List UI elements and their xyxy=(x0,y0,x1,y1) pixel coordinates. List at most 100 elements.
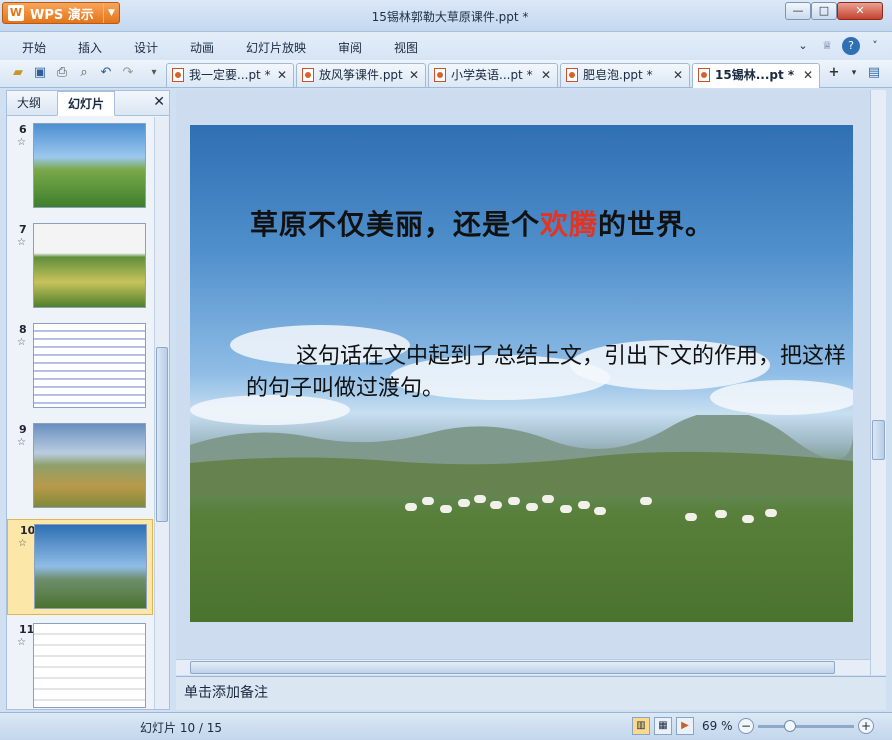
thumbnail-image xyxy=(33,423,146,508)
slide-counter: 幻灯片 10 / 15 xyxy=(140,721,223,735)
doc-tab-label: 小学英语...pt * xyxy=(451,68,533,82)
scrollbar-thumb[interactable] xyxy=(156,347,168,522)
animation-star-icon: ☆ xyxy=(17,337,26,348)
slideshow-view-icon[interactable]: ▶ xyxy=(676,717,694,735)
doc-tab-2[interactable]: 放风筝课件.ppt ✕ xyxy=(296,63,426,87)
animation-star-icon: ☆ xyxy=(18,538,27,549)
close-icon[interactable]: ✕ xyxy=(803,64,813,86)
menu-view[interactable]: 视图 xyxy=(394,39,418,56)
slide-thumbnail-8[interactable]: 8 ☆ xyxy=(7,319,153,415)
ppt-file-icon xyxy=(698,68,710,82)
zoom-slider[interactable] xyxy=(758,725,854,728)
tab-slides[interactable]: 幻灯片 xyxy=(57,91,116,116)
open-icon[interactable]: ▰ xyxy=(10,65,26,81)
menu-slideshow[interactable]: 幻灯片放映 xyxy=(246,39,306,56)
thumbnail-number: 9 xyxy=(19,423,27,436)
maximize-button[interactable]: □ xyxy=(811,2,837,20)
redo-icon[interactable]: ↷ xyxy=(120,65,136,81)
current-slide[interactable]: 草原不仅美丽，还是个欢腾的世界。 这句话在文中起到了总结上文，引出下文的作用，把… xyxy=(190,125,853,622)
thumbnail-image xyxy=(33,323,146,408)
skin-icon[interactable]: ♕ xyxy=(818,37,836,55)
thumbnail-scrollbar[interactable] xyxy=(154,117,169,709)
zoom-level: 69 % xyxy=(702,719,733,733)
scrollbar-thumb[interactable] xyxy=(872,420,885,460)
heading-highlight: 欢腾 xyxy=(540,208,599,241)
toolbar: ▰ ▣ ⎙ ⌕ ↶ ↷ ▾ 我一定要...pt * ✕ 放风筝课件.ppt ✕ … xyxy=(0,60,892,88)
doc-tab-label: 我一定要...pt * xyxy=(189,68,271,82)
thumbnail-number: 7 xyxy=(19,223,27,236)
horizontal-scrollbar[interactable] xyxy=(176,659,870,675)
ppt-file-icon xyxy=(566,68,578,82)
title-bar: W WPS 演示 ▼ 15锡林郭勒大草原课件.ppt * — □ ✕ xyxy=(0,0,892,32)
thumbnail-image xyxy=(33,623,146,708)
thumbnail-number: 6 xyxy=(19,123,27,136)
status-bar: 幻灯片 10 / 15 ▥ ▦ ▶ 69 % − + xyxy=(0,712,892,740)
zoom-slider-handle[interactable] xyxy=(784,720,796,732)
animation-star-icon: ☆ xyxy=(17,437,26,448)
slide-body-text[interactable]: 这句话在文中起到了总结上文，引出下文的作用，把这样的句子叫做过渡句。 xyxy=(246,341,851,405)
collapse-ribbon-icon[interactable]: ⌄ xyxy=(794,37,812,55)
slide-thumbnail-7[interactable]: 7 ☆ xyxy=(7,219,153,315)
doc-tab-label: 15锡林...pt * xyxy=(715,68,795,82)
sorter-view-icon[interactable]: ▦ xyxy=(654,717,672,735)
vertical-scrollbar[interactable] xyxy=(870,90,886,675)
thumbnail-list: 6 ☆ 7 ☆ 8 ☆ 9 ☆ 10 ☆ 11 ☆ xyxy=(7,117,153,709)
minimize-button[interactable]: — xyxy=(785,2,811,20)
slide-thumbnail-11[interactable]: 11 ☆ xyxy=(7,619,153,709)
thumbnail-number: 8 xyxy=(19,323,27,336)
slide-thumbnail-9[interactable]: 9 ☆ xyxy=(7,419,153,515)
preview-icon[interactable]: ⌕ xyxy=(76,65,92,81)
slide-thumbnail-6[interactable]: 6 ☆ xyxy=(7,119,153,215)
animation-star-icon: ☆ xyxy=(17,137,26,148)
options-icon[interactable]: ˅ xyxy=(866,37,884,55)
customize-toolbar-icon[interactable]: ▾ xyxy=(146,65,162,81)
close-window-button[interactable]: ✕ xyxy=(837,2,883,20)
zoom-in-button[interactable]: + xyxy=(858,718,874,734)
slide-heading[interactable]: 草原不仅美丽，还是个欢腾的世界。 xyxy=(250,203,810,243)
doc-tab-4[interactable]: 肥皂泡.ppt * ✕ xyxy=(560,63,690,87)
thumbnail-image xyxy=(34,524,147,609)
tab-outline[interactable]: 大纲 xyxy=(7,91,51,116)
slide-thumbnail-10[interactable]: 10 ☆ xyxy=(7,519,153,615)
animation-star-icon: ☆ xyxy=(17,237,26,248)
undo-icon[interactable]: ↶ xyxy=(98,65,114,81)
wps-menu-button[interactable]: W WPS 演示 ▼ xyxy=(2,2,120,24)
close-icon[interactable]: ✕ xyxy=(409,64,419,86)
help-icon[interactable]: ? xyxy=(842,37,860,55)
menu-bar: 开始 插入 设计 动画 幻灯片放映 审阅 视图 ⌄ ♕ ? ˅ xyxy=(0,32,892,60)
print-icon[interactable]: ⎙ xyxy=(54,65,70,81)
wps-logo-icon: W xyxy=(8,5,24,21)
scrollbar-thumb[interactable] xyxy=(190,661,835,674)
menu-design[interactable]: 设计 xyxy=(134,39,158,56)
tab-list-icon[interactable]: ▾ xyxy=(846,65,862,81)
zoom-out-button[interactable]: − xyxy=(738,718,754,734)
doc-tab-label: 放风筝课件.ppt xyxy=(319,68,403,82)
notes-area[interactable]: 单击添加备注 xyxy=(176,676,886,710)
panel-tabs: 大纲 幻灯片 ✕ xyxy=(7,91,169,116)
thumbnail-image xyxy=(33,223,146,308)
doc-tab-3[interactable]: 小学英语...pt * ✕ xyxy=(428,63,558,87)
new-tab-icon[interactable]: + xyxy=(826,65,842,81)
thumbnail-image xyxy=(33,123,146,208)
wps-logo-label: WPS 演示 xyxy=(30,7,94,23)
doc-tab-label: 肥皂泡.ppt * xyxy=(583,68,653,82)
close-icon[interactable]: ✕ xyxy=(277,64,287,86)
menu-animation[interactable]: 动画 xyxy=(190,39,214,56)
heading-text: 草原不仅美丽，还是个 xyxy=(250,208,541,241)
chevron-down-icon[interactable]: ▼ xyxy=(103,3,119,23)
slides-panel: 大纲 幻灯片 ✕ 6 ☆ 7 ☆ 8 ☆ 9 ☆ 10 ☆ 11 ☆ xyxy=(6,90,170,710)
mountain-range xyxy=(190,415,853,495)
close-icon[interactable]: ✕ xyxy=(673,64,683,86)
close-icon[interactable]: ✕ xyxy=(153,94,165,110)
close-icon[interactable]: ✕ xyxy=(541,64,551,86)
doc-tab-5[interactable]: 15锡林...pt * ✕ xyxy=(692,63,820,88)
menu-insert[interactable]: 插入 xyxy=(78,39,102,56)
menu-review[interactable]: 审阅 xyxy=(338,39,362,56)
doc-tab-1[interactable]: 我一定要...pt * ✕ xyxy=(166,63,294,87)
ppt-file-icon xyxy=(434,68,446,82)
window-layout-icon[interactable]: ▤ xyxy=(866,65,882,81)
menu-home[interactable]: 开始 xyxy=(22,39,46,56)
normal-view-icon[interactable]: ▥ xyxy=(632,717,650,735)
animation-star-icon: ☆ xyxy=(17,637,26,648)
save-icon[interactable]: ▣ xyxy=(32,65,48,81)
